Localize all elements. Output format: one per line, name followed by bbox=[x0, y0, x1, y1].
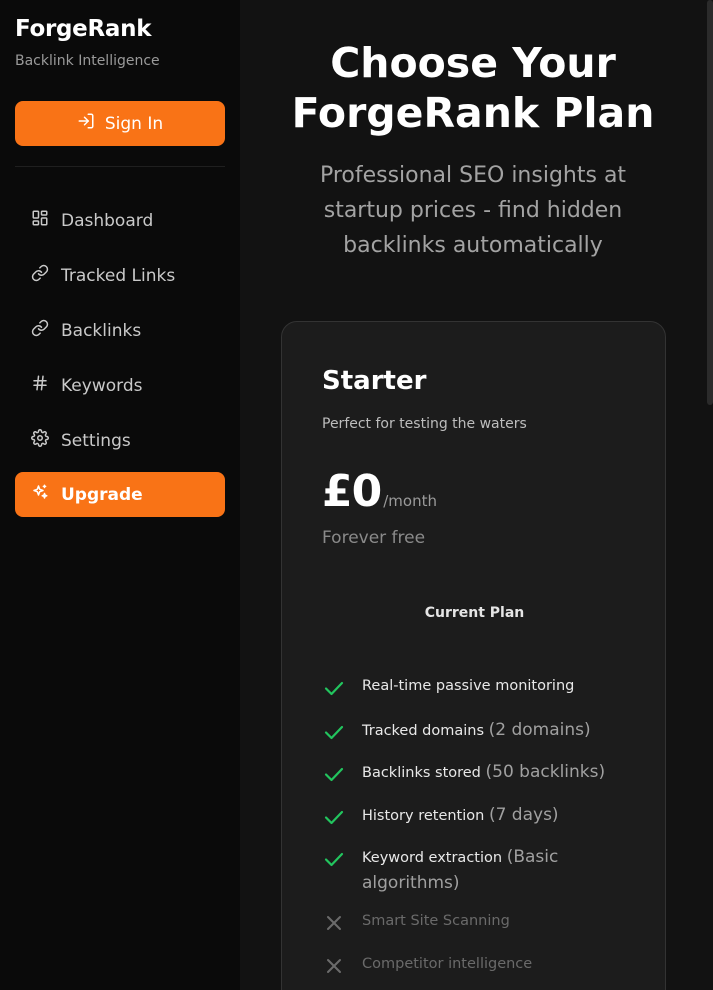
price-amount: £0 bbox=[322, 466, 382, 517]
sign-in-label: Sign In bbox=[104, 113, 164, 134]
sidebar-item-tracked-links[interactable]: Tracked Links bbox=[15, 253, 225, 298]
check-icon bbox=[322, 720, 346, 744]
feature-item: Real-time passive monitoring bbox=[322, 674, 622, 700]
current-plan-button[interactable]: Current Plan bbox=[322, 592, 627, 634]
sidebar-item-keywords[interactable]: Keywords bbox=[15, 363, 225, 408]
sparkles-icon bbox=[31, 483, 49, 506]
feature-item: History retention (7 days) bbox=[322, 803, 622, 829]
sidebar-item-settings[interactable]: Settings bbox=[15, 418, 225, 463]
feature-item: Competitor intelligence bbox=[322, 952, 622, 978]
feature-text: Real-time passive monitoring bbox=[362, 678, 575, 694]
plan-name: Starter bbox=[322, 366, 427, 396]
feature-item: Smart Site Scanning bbox=[322, 909, 622, 935]
gear-icon bbox=[31, 429, 49, 452]
price-period: /month bbox=[383, 492, 437, 510]
check-icon bbox=[322, 762, 346, 786]
x-icon bbox=[322, 911, 346, 935]
sidebar-item-label: Tracked Links bbox=[61, 265, 176, 286]
sidebar-item-backlinks[interactable]: Backlinks bbox=[15, 308, 225, 353]
feature-item: Keyword extraction (Basic algorithms) bbox=[322, 845, 622, 897]
scrollbar-thumb[interactable] bbox=[707, 0, 713, 405]
check-icon bbox=[322, 676, 346, 700]
check-icon bbox=[322, 805, 346, 829]
feature-text: Smart Site Scanning bbox=[362, 913, 510, 929]
scrollbar[interactable] bbox=[705, 0, 713, 990]
sign-in-button[interactable]: Sign In bbox=[15, 101, 225, 146]
sidebar-item-label: Dashboard bbox=[61, 210, 154, 231]
feature-item: Tracked domains (2 domains) bbox=[322, 718, 622, 744]
plan-description: Perfect for testing the waters bbox=[322, 416, 527, 432]
hash-icon bbox=[31, 374, 49, 397]
page-title: Choose Your ForgeRank Plan bbox=[291, 39, 655, 137]
sidebar-item-dashboard[interactable]: Dashboard bbox=[15, 198, 225, 243]
sidebar-item-label: Upgrade bbox=[61, 484, 143, 505]
price-note: Forever free bbox=[322, 528, 426, 548]
sidebar: ForgeRank Backlink Intelligence Sign In … bbox=[0, 0, 240, 990]
plan-card-starter: Starter Perfect for testing the waters £… bbox=[281, 321, 666, 990]
page-subtitle: Professional SEO insights at startup pri… bbox=[319, 163, 627, 258]
feature-item: Backlinks stored (50 backlinks) bbox=[322, 760, 622, 786]
link-icon bbox=[31, 319, 49, 342]
dashboard-icon bbox=[31, 209, 49, 232]
sidebar-item-label: Backlinks bbox=[61, 320, 142, 341]
sign-in-icon bbox=[77, 112, 95, 135]
sidebar-item-label: Settings bbox=[61, 430, 131, 451]
feature-text: Keyword extraction (Basic algorithms) bbox=[362, 847, 559, 893]
x-icon bbox=[322, 954, 346, 978]
feature-text: Backlinks stored (50 backlinks) bbox=[362, 762, 606, 782]
brand-tagline: Backlink Intelligence bbox=[15, 53, 160, 69]
feature-extra: (2 domains) bbox=[488, 720, 591, 740]
sidebar-divider bbox=[15, 166, 225, 167]
feature-extra: (50 backlinks) bbox=[485, 762, 606, 782]
feature-extra: (7 days) bbox=[488, 805, 559, 825]
sidebar-item-upgrade[interactable]: Upgrade bbox=[15, 472, 225, 517]
check-icon bbox=[322, 847, 346, 871]
plan-price: £0 /month bbox=[322, 466, 437, 517]
feature-text: Tracked domains (2 domains) bbox=[362, 720, 591, 740]
feature-text: Competitor intelligence bbox=[362, 956, 533, 972]
feature-text: History retention (7 days) bbox=[362, 805, 559, 825]
brand-title: ForgeRank bbox=[15, 16, 152, 42]
sidebar-item-label: Keywords bbox=[61, 375, 143, 396]
link-icon bbox=[31, 264, 49, 287]
